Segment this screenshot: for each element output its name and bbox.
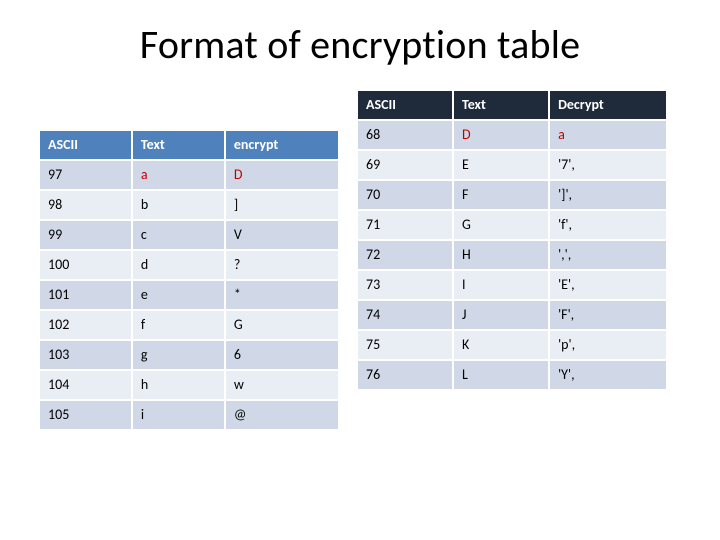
cell-text: I: [453, 270, 549, 300]
cell-ascii: 70: [358, 180, 453, 210]
cell-text: g: [132, 340, 225, 370]
table-row: 104hw: [40, 370, 339, 400]
cell-ascii: 72: [358, 240, 453, 270]
cell-ascii: 105: [40, 400, 132, 430]
cell-decrypt: '7',: [549, 150, 667, 180]
cell-encrypt: ]: [225, 190, 339, 220]
cell-text: h: [132, 370, 225, 400]
table-row: 71G'f',: [358, 210, 667, 240]
cell-text: G: [453, 210, 549, 240]
cell-encrypt: V: [225, 220, 339, 250]
cell-encrypt: D: [225, 160, 339, 190]
cell-ascii: 74: [358, 300, 453, 330]
col-header-text: Text: [132, 131, 225, 160]
cell-text: L: [453, 360, 549, 390]
col-header-text: Text: [453, 91, 549, 120]
encrypt-table-wrapper: ASCII Text encrypt 97aD98b]99cV100d?101e…: [40, 131, 340, 431]
cell-text: d: [132, 250, 225, 280]
cell-ascii: 69: [358, 150, 453, 180]
slide: Format of encryption table ASCII Text en…: [0, 0, 720, 540]
cell-decrypt: 'p',: [549, 330, 667, 360]
col-header-encrypt: encrypt: [225, 131, 339, 160]
table-header-row: ASCII Text Decrypt: [358, 91, 667, 120]
cell-ascii: 100: [40, 250, 132, 280]
cell-ascii: 68: [358, 120, 453, 150]
table-row: 102fG: [40, 310, 339, 340]
cell-encrypt: w: [225, 370, 339, 400]
cell-ascii: 104: [40, 370, 132, 400]
cell-encrypt: ?: [225, 250, 339, 280]
cell-text: J: [453, 300, 549, 330]
table-row: 73I'E',: [358, 270, 667, 300]
table-row: 74J'F',: [358, 300, 667, 330]
cell-decrypt: 'Y',: [549, 360, 667, 390]
encrypt-table: ASCII Text encrypt 97aD98b]99cV100d?101e…: [40, 131, 340, 431]
cell-encrypt: G: [225, 310, 339, 340]
cell-decrypt: 'F',: [549, 300, 667, 330]
cell-ascii: 71: [358, 210, 453, 240]
table-row: 103g6: [40, 340, 339, 370]
table-row: 97aD: [40, 160, 339, 190]
cell-ascii: 103: [40, 340, 132, 370]
cell-decrypt: ',',: [549, 240, 667, 270]
col-header-ascii: ASCII: [40, 131, 132, 160]
table-row: 72H',',: [358, 240, 667, 270]
cell-decrypt: ']',: [549, 180, 667, 210]
page-title: Format of encryption table: [40, 20, 680, 69]
cell-encrypt: @: [225, 400, 339, 430]
table-row: 76L'Y',: [358, 360, 667, 390]
cell-encrypt: *: [225, 280, 339, 310]
cell-text: K: [453, 330, 549, 360]
cell-text: F: [453, 180, 549, 210]
table-row: 98b]: [40, 190, 339, 220]
decrypt-table-wrapper: ASCII Text Decrypt 68Da69E'7',70F']',71G…: [358, 91, 668, 391]
cell-text: H: [453, 240, 549, 270]
table-row: 100d?: [40, 250, 339, 280]
table-row: 101e*: [40, 280, 339, 310]
cell-ascii: 75: [358, 330, 453, 360]
cell-ascii: 76: [358, 360, 453, 390]
table-row: 99cV: [40, 220, 339, 250]
cell-encrypt: 6: [225, 340, 339, 370]
table-row: 70F']',: [358, 180, 667, 210]
cell-ascii: 73: [358, 270, 453, 300]
cell-text: c: [132, 220, 225, 250]
col-header-ascii: ASCII: [358, 91, 453, 120]
cell-decrypt: 'E',: [549, 270, 667, 300]
cell-ascii: 101: [40, 280, 132, 310]
table-row: 69E'7',: [358, 150, 667, 180]
decrypt-table: ASCII Text Decrypt 68Da69E'7',70F']',71G…: [358, 91, 668, 391]
table-row: 68Da: [358, 120, 667, 150]
tables-container: ASCII Text encrypt 97aD98b]99cV100d?101e…: [40, 91, 680, 431]
cell-text: f: [132, 310, 225, 340]
table-row: 75K'p',: [358, 330, 667, 360]
cell-ascii: 98: [40, 190, 132, 220]
cell-ascii: 102: [40, 310, 132, 340]
cell-decrypt: a: [549, 120, 667, 150]
cell-text: D: [453, 120, 549, 150]
cell-decrypt: 'f',: [549, 210, 667, 240]
table-header-row: ASCII Text encrypt: [40, 131, 339, 160]
cell-ascii: 97: [40, 160, 132, 190]
cell-text: b: [132, 190, 225, 220]
cell-text: a: [132, 160, 225, 190]
cell-text: e: [132, 280, 225, 310]
cell-text: i: [132, 400, 225, 430]
cell-text: E: [453, 150, 549, 180]
table-row: 105i@: [40, 400, 339, 430]
cell-ascii: 99: [40, 220, 132, 250]
col-header-decrypt: Decrypt: [549, 91, 667, 120]
